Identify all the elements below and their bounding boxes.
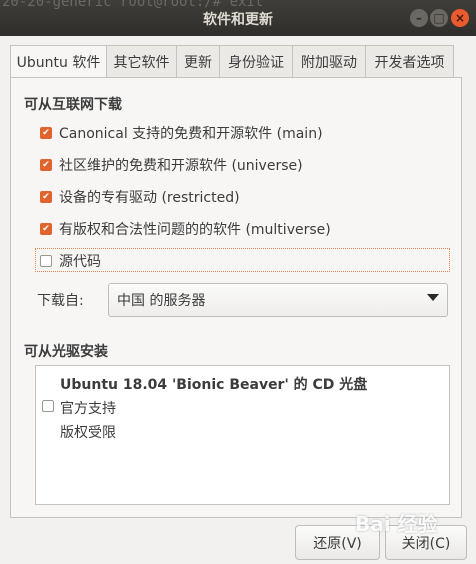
internet-section-title: 可从互联网下载 [24, 97, 122, 113]
tab-updates[interactable]: 更新 [177, 45, 220, 78]
download-server-value: 中国 的服务器 [117, 293, 206, 309]
minimize-button[interactable]: – [410, 9, 428, 27]
checkbox-main-label: Canonical 支持的免费和开源软件 (main) [59, 126, 323, 142]
checkbox-unchecked-icon [40, 255, 52, 267]
software-updates-window: 20-20-generic root@root:/# exit 软件和更新 – … [0, 0, 476, 564]
cdrom-restricted-line: 版权受限 [60, 425, 116, 441]
dropdown-arrow-icon [427, 294, 439, 301]
checkbox-source-code[interactable]: 源代码 [40, 250, 101, 272]
checkbox-main[interactable]: ✔ Canonical 支持的免费和开源软件 (main) [40, 122, 323, 144]
checkbox-multiverse-label: 有版权和合法性问题的的软件 (multiverse) [59, 222, 331, 238]
close-window-button[interactable]: × [451, 9, 469, 27]
checkbox-multiverse[interactable]: ✔ 有版权和合法性问题的的软件 (multiverse) [40, 218, 331, 240]
title-bar[interactable]: 20-20-generic root@root:/# exit 软件和更新 – … [0, 0, 476, 36]
checkbox-universe[interactable]: ✔ 社区维护的免费和开源软件 (universe) [40, 154, 303, 176]
tab-ubuntu-software[interactable]: Ubuntu 软件 [10, 45, 107, 78]
maximize-button[interactable]: □ [430, 9, 448, 27]
cdrom-disc-name: Ubuntu 18.04 'Bionic Beaver' 的 CD 光盘 [60, 377, 368, 393]
checkbox-checked-icon: ✔ [40, 159, 52, 171]
download-server-dropdown[interactable]: 中国 的服务器 [108, 283, 448, 317]
cdrom-support-line: 官方支持 [60, 401, 116, 417]
checkbox-checked-icon: ✔ [40, 127, 52, 139]
cdrom-checkbox[interactable] [42, 400, 54, 412]
download-from-label: 下载自: [37, 293, 84, 309]
tab-developer-options[interactable]: 开发者选项 [366, 45, 454, 78]
tab-authentication[interactable]: 身份验证 [220, 45, 293, 78]
checkbox-universe-label: 社区维护的免费和开源软件 (universe) [59, 158, 303, 174]
checkbox-checked-icon: ✔ [40, 191, 52, 203]
checkbox-restricted-label: 设备的专有驱动 (restricted) [59, 190, 240, 206]
checkbox-checked-icon: ✔ [40, 223, 52, 235]
watermark-logo: Bai 经验 [355, 512, 438, 536]
cdrom-section-title: 可从光驱安装 [24, 344, 108, 360]
checkbox-restricted[interactable]: ✔ 设备的专有驱动 (restricted) [40, 186, 240, 208]
window-title: 软件和更新 [203, 12, 273, 28]
tab-additional-drivers[interactable]: 附加驱动 [293, 45, 366, 78]
checkbox-source-code-label: 源代码 [59, 254, 101, 270]
notebook-tabs: Ubuntu 软件 其它软件 更新 身份验证 附加驱动 开发者选项 [10, 45, 466, 78]
tab-other-software[interactable]: 其它软件 [107, 45, 177, 78]
cdrom-list: Ubuntu 18.04 'Bionic Beaver' 的 CD 光盘 官方支… [35, 365, 450, 505]
